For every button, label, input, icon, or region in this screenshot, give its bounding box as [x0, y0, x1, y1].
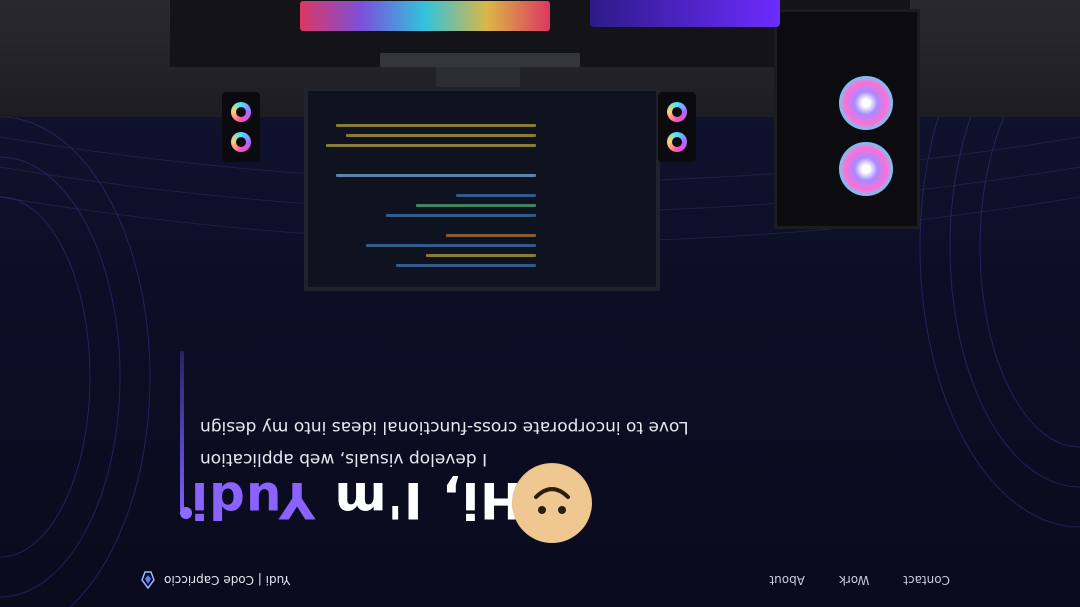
nav-contact-link[interactable]: Contact [903, 573, 950, 587]
brand-name[interactable]: Yudi | Code Capriccio [164, 573, 290, 587]
hero-greeting: Hi, I'm [315, 471, 522, 529]
hero-accent-line [180, 351, 184, 511]
code-line [336, 174, 536, 177]
speaker-ring [231, 102, 251, 122]
fan [839, 142, 893, 196]
nav-links: Contact Work About [769, 573, 950, 587]
keyboard [300, 1, 550, 31]
code-line [396, 264, 536, 267]
code-line [386, 214, 536, 217]
brand-logo-icon [141, 571, 155, 589]
code-line [336, 124, 536, 127]
speaker-ring [667, 132, 687, 152]
code-line [456, 194, 536, 197]
code-line [426, 254, 536, 257]
fan [839, 76, 893, 130]
speaker-ring [667, 102, 687, 122]
speaker-right [658, 92, 696, 162]
code-line [326, 144, 536, 147]
code-line [416, 204, 536, 207]
pc-case [774, 9, 920, 229]
code-line [346, 134, 536, 137]
brand[interactable]: Yudi | Code Capriccio [140, 571, 290, 589]
hero-heading: Hi, I'm Yudi [190, 471, 522, 529]
monitor-base [380, 53, 580, 67]
nav-work-link[interactable]: Work [839, 573, 869, 587]
hero-subtitle-2: Love to incorporate cross-functional ide… [200, 417, 689, 437]
code-line [446, 234, 536, 237]
page: Hi, I'm Yudi I develop visuals, web appl… [0, 0, 1080, 607]
speaker-left [222, 92, 260, 162]
monitor-screen [304, 87, 660, 291]
nav-about-link[interactable]: About [769, 573, 804, 587]
speaker-ring [231, 132, 251, 152]
hero-subtitle-1: I develop visuals, web application [200, 449, 488, 469]
code-line [366, 244, 536, 247]
smiley-icon [512, 463, 592, 543]
mousepad [590, 0, 780, 27]
hero-name: Yudi [190, 471, 316, 529]
